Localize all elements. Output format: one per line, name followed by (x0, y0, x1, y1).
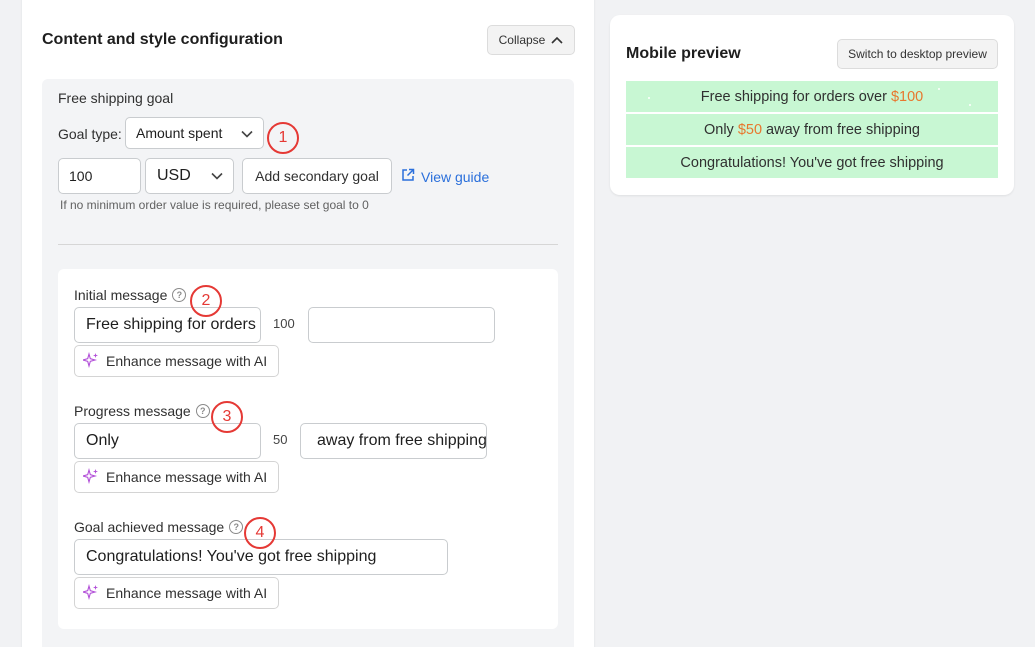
currency-select[interactable]: USD (145, 158, 234, 194)
achieved-message-value: Congratulations! You've got free shippin… (86, 548, 377, 565)
messages-panel: Initial message ? Free shipping for orde… (58, 269, 558, 629)
divider (58, 244, 558, 245)
goal-hint: If no minimum order value is required, p… (60, 198, 369, 212)
initial-message-suffix-input[interactable] (308, 307, 495, 343)
enhance-initial-ai-button[interactable]: Enhance message with AI (74, 345, 279, 377)
initial-prefix-value: Free shipping for orders over (86, 316, 260, 333)
annotation-marker-4: 4 (244, 517, 276, 549)
annotation-marker-3: 3 (211, 401, 243, 433)
initial-message-label: Initial message ? (74, 287, 187, 303)
initial-amount: 100 (273, 316, 295, 331)
preview-bar-initial-amount: $100 (890, 88, 924, 105)
initial-message-label-text: Initial message (74, 287, 168, 303)
enhance-achieved-label: Enhance message with AI (106, 585, 268, 601)
enhance-progress-label: Enhance message with AI (106, 469, 268, 485)
view-guide-link[interactable]: View guide (401, 168, 489, 185)
preview-bar-progress-amount: $50 (737, 121, 763, 138)
goal-amount-input[interactable]: 100 (58, 158, 141, 194)
achieved-message-label-text: Goal achieved message (74, 519, 225, 535)
question-circle-icon[interactable]: ? (172, 288, 187, 302)
mobile-preview-card: Mobile preview Switch to desktop preview… (610, 15, 1014, 195)
achieved-message-label: Goal achieved message ? (74, 519, 244, 535)
preview-bar-achieved-text: Congratulations! You've got free shippin… (680, 154, 944, 171)
enhance-achieved-ai-button[interactable]: Enhance message with AI (74, 577, 279, 609)
mobile-preview-title: Mobile preview (626, 45, 741, 62)
preview-bar-initial: Free shipping for orders over $100 (626, 81, 998, 112)
preview-bar-progress-before: Only (703, 121, 738, 138)
annotation-marker-1: 1 (267, 122, 299, 154)
sparkles-icon (80, 467, 106, 487)
external-link-icon (401, 168, 421, 185)
initial-message-prefix-input[interactable]: Free shipping for orders over (74, 307, 261, 343)
goal-amount-value: 100 (69, 168, 93, 184)
progress-message-label-text: Progress message (74, 403, 191, 419)
chevron-down-icon (241, 125, 253, 141)
preview-bar-achieved: Congratulations! You've got free shippin… (626, 147, 998, 178)
free-shipping-goal-title: Free shipping goal (58, 90, 174, 106)
view-guide-label: View guide (421, 168, 490, 185)
preview-bar-progress: Only $50 away from free shipping (626, 114, 998, 145)
chevron-down-icon (211, 167, 223, 185)
enhance-initial-label: Enhance message with AI (106, 353, 268, 369)
question-circle-icon[interactable]: ? (195, 404, 210, 418)
enhance-progress-ai-button[interactable]: Enhance message with AI (74, 461, 279, 493)
sparkles-icon (80, 351, 106, 371)
chevron-up-icon (551, 36, 563, 44)
progress-message-label: Progress message ? (74, 403, 210, 419)
collapse-button[interactable]: Collapse (487, 25, 575, 55)
progress-amount: 50 (273, 432, 288, 447)
preview-bar-progress-after: away from free shipping (762, 121, 920, 138)
question-circle-icon[interactable]: ? (229, 520, 244, 534)
annotation-marker-2: 2 (190, 285, 222, 317)
collapse-label: Collapse (498, 33, 546, 47)
progress-message-suffix-input[interactable]: away from free shipping (300, 423, 487, 459)
currency-value: USD (157, 167, 191, 184)
sparkles-icon (80, 583, 106, 603)
config-title: Content and style configuration (42, 31, 283, 48)
goal-type-value: Amount spent (136, 125, 223, 141)
goal-panel: Free shipping goal Goal type: Amount spe… (42, 79, 574, 647)
add-secondary-goal-button[interactable]: Add secondary goal (242, 158, 392, 194)
progress-prefix-value: Only (86, 432, 119, 449)
progress-suffix-value: away from free shipping (317, 432, 487, 449)
goal-type-label: Goal type: (58, 126, 122, 142)
switch-desktop-preview-button[interactable]: Switch to desktop preview (837, 39, 998, 69)
goal-type-select[interactable]: Amount spent (125, 117, 264, 149)
content-style-config-card: Content and style configuration Collapse… (22, 0, 594, 647)
